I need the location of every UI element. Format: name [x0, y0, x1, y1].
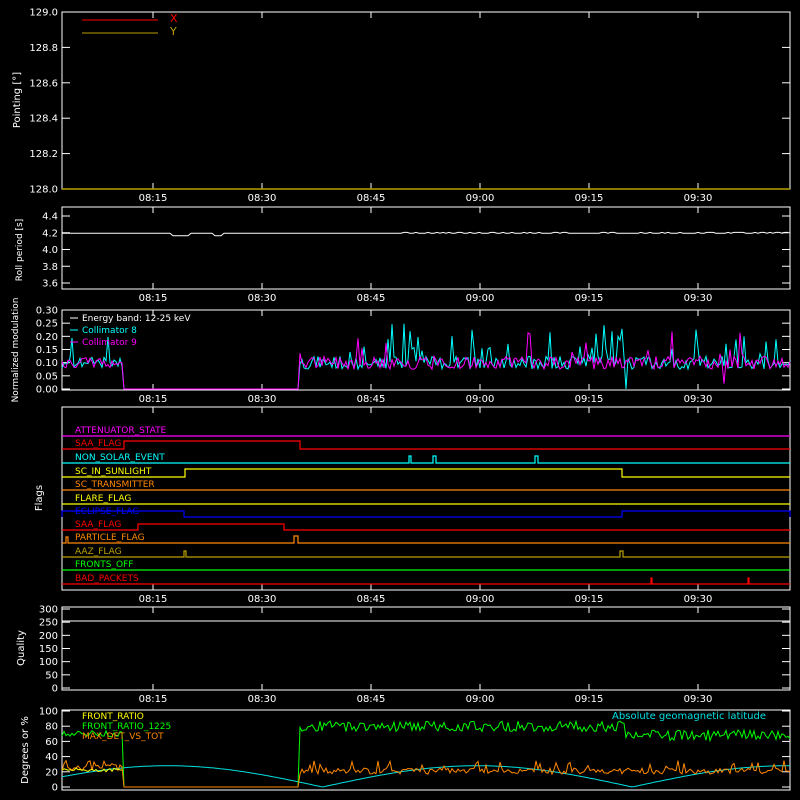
flag-label: FRONTS_OFF — [75, 560, 133, 570]
y-tick-label: 4.2 — [42, 228, 58, 239]
x-tick-label: 08:15 — [139, 694, 168, 705]
y-tick-label: 300 — [39, 605, 58, 616]
y-tick-label: 80 — [45, 722, 58, 733]
modulation-ylabel: Normalized modulation — [11, 298, 21, 403]
x-tick-label: 09:00 — [466, 694, 495, 705]
flag-label: NON_SOLAR_EVENT — [75, 453, 165, 463]
x-tick-label: 09:00 — [466, 193, 495, 204]
x-tick-label: 09:30 — [684, 394, 713, 405]
flag-label: PARTICLE_FLAG — [75, 533, 145, 543]
flag-label: SAA_FLAG — [75, 520, 121, 530]
flag-label: SC_IN_SUNLIGHT — [75, 467, 152, 477]
y-tick-label: 150 — [39, 644, 58, 655]
x-tick-label: 09:15 — [575, 293, 604, 304]
figure-background — [0, 0, 800, 800]
flag-label: ECLIPSE_FLAG — [75, 507, 139, 517]
legend-front-ratio-1225: FRONT_RATIO_1225 — [82, 722, 171, 732]
legend-energy-band: Energy band: 12-25 keV — [82, 314, 191, 324]
x-tick-label: 08:30 — [248, 293, 277, 304]
y-tick-label: 3.6 — [42, 279, 58, 290]
x-tick-label: 09:15 — [575, 594, 604, 605]
legend-x-label: X — [170, 12, 178, 25]
x-tick-label: 08:45 — [357, 293, 386, 304]
y-tick-label: 0.10 — [36, 358, 58, 369]
y-tick-label: 200 — [39, 631, 58, 642]
y-tick-label: 129.0 — [29, 8, 58, 19]
pointing-ylabel: Pointing [°] — [12, 72, 23, 128]
y-tick-label: 250 — [39, 618, 58, 629]
y-tick-label: 128.0 — [29, 185, 58, 196]
flag-label: SAA_FLAG — [75, 439, 121, 449]
x-tick-label: 09:00 — [466, 394, 495, 405]
legend-max-det: MAX_DET_VS_TOT — [82, 732, 164, 742]
roll-ylabel: Roll period [s] — [15, 219, 25, 281]
y-tick-label: 0.00 — [36, 385, 58, 396]
y-tick-label: 40 — [45, 752, 58, 763]
y-tick-label: 20 — [45, 767, 58, 778]
rhessi-quicklook-figure: 128.0 128.2 128.4 128.6 128.8 129.0 08:15 08:3… — [0, 0, 800, 800]
y-tick-label: 4.4 — [42, 212, 58, 223]
y-tick-label: 0.30 — [36, 306, 58, 317]
y-tick-label: 0 — [52, 783, 58, 794]
legend-geomag: Absolute geomagnetic latitude — [612, 711, 766, 722]
y-tick-label: 0.20 — [36, 332, 58, 343]
flag-label: FLARE_FLAG — [75, 494, 131, 504]
x-tick-label: 08:45 — [357, 594, 386, 605]
x-tick-label: 09:30 — [684, 594, 713, 605]
legend-front-ratio: FRONT_RATIO — [82, 712, 144, 722]
y-tick-label: 128.6 — [29, 78, 58, 89]
y-tick-label: 128.4 — [29, 114, 58, 125]
x-tick-label: 08:30 — [248, 694, 277, 705]
legend-collimator8: Collimator 8 — [82, 326, 137, 336]
quality-ylabel: Quality — [16, 630, 27, 666]
flag-label: ATTENUATOR_STATE — [75, 426, 167, 436]
x-tick-label: 09:15 — [575, 394, 604, 405]
flag-label: SC_TRANSMITTER — [75, 480, 155, 490]
ratios-ylabel: Degrees or % — [20, 716, 31, 784]
y-tick-label: 0 — [52, 684, 58, 695]
x-tick-label: 09:30 — [684, 293, 713, 304]
y-tick-label: 100 — [39, 657, 58, 668]
flags-ylabel: Flags — [34, 485, 45, 511]
y-tick-label: 100 — [39, 707, 58, 718]
x-tick-label: 08:15 — [139, 394, 168, 405]
x-tick-label: 08:45 — [357, 193, 386, 204]
x-tick-label: 09:00 — [466, 594, 495, 605]
y-tick-label: 50 — [45, 670, 58, 681]
y-tick-label: 0.05 — [36, 371, 58, 382]
y-tick-label: 0.25 — [36, 319, 58, 330]
x-tick-label: 08:30 — [248, 594, 277, 605]
x-tick-label: 08:15 — [139, 594, 168, 605]
y-tick-label: 0.15 — [36, 345, 58, 356]
flag-label: AAZ_FLAG — [75, 547, 122, 557]
y-tick-label: 4.0 — [42, 245, 58, 256]
x-tick-label: 08:15 — [139, 193, 168, 204]
y-tick-label: 128.8 — [29, 43, 58, 54]
legend-collimator9: Collimator 9 — [82, 338, 137, 348]
x-tick-label: 09:30 — [684, 694, 713, 705]
x-tick-label: 08:30 — [248, 394, 277, 405]
x-tick-label: 09:00 — [466, 293, 495, 304]
y-tick-label: 60 — [45, 737, 58, 748]
x-tick-label: 08:45 — [357, 694, 386, 705]
flag-label: BAD_PACKETS — [75, 574, 139, 584]
x-tick-label: 09:15 — [575, 694, 604, 705]
x-tick-label: 08:45 — [357, 394, 386, 405]
x-tick-label: 09:15 — [575, 193, 604, 204]
legend-y-label: Y — [169, 25, 177, 38]
x-tick-label: 08:15 — [139, 293, 168, 304]
y-tick-label: 3.8 — [42, 262, 58, 273]
x-tick-label: 08:30 — [248, 193, 277, 204]
x-tick-label: 09:30 — [684, 193, 713, 204]
y-tick-label: 128.2 — [29, 149, 58, 160]
